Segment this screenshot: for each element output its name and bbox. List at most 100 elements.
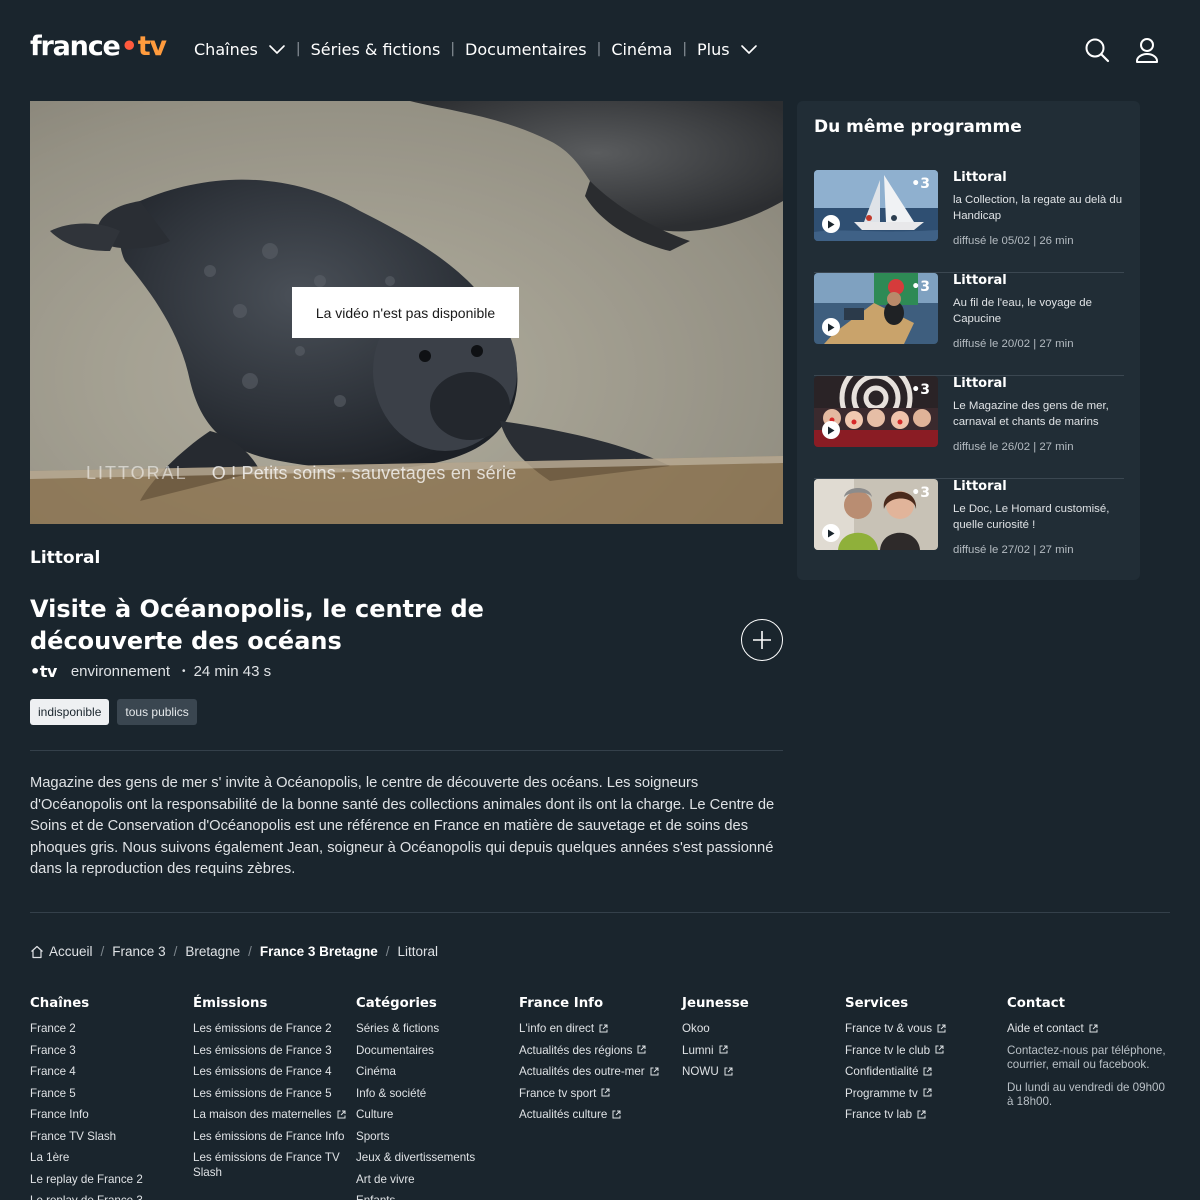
breadcrumb-home[interactable]: Accueil bbox=[49, 944, 93, 959]
footer-link[interactable]: Programme tv bbox=[845, 1086, 1005, 1101]
episode-card[interactable]: •3 Littoral Le Doc, Le Homard customisé,… bbox=[814, 479, 1124, 582]
play-icon[interactable] bbox=[822, 421, 840, 439]
france-tv-logo[interactable]: france•tv bbox=[30, 30, 167, 64]
footer-link[interactable]: Sports bbox=[356, 1129, 516, 1144]
footer-link-label: France tv sport bbox=[519, 1086, 597, 1100]
nav-label: Séries & fictions bbox=[310, 39, 441, 59]
add-to-list-button[interactable] bbox=[741, 619, 783, 661]
footer-link[interactable]: Art de vivre bbox=[356, 1172, 516, 1187]
footer-link[interactable]: Les émissions de France TV Slash bbox=[193, 1150, 351, 1180]
video-player[interactable]: La vidéo n'est pas disponible LITTORAL O … bbox=[30, 101, 783, 524]
breadcrumb-regional-channel[interactable]: France 3 Bretagne bbox=[260, 944, 378, 959]
panel-title: Du même programme bbox=[814, 117, 1022, 137]
availability-badge: indisponible bbox=[30, 699, 110, 725]
play-icon[interactable] bbox=[822, 215, 840, 233]
footer-link[interactable]: Jeux & divertissements bbox=[356, 1150, 516, 1165]
nav-item-chaînes[interactable]: Chaînes bbox=[194, 40, 286, 59]
footer-link-label: La maison des maternelles bbox=[193, 1108, 332, 1121]
footer-link[interactable]: Les émissions de France 3 bbox=[193, 1043, 353, 1058]
footer-divider bbox=[30, 912, 1170, 913]
footer-link[interactable]: France 2 bbox=[30, 1021, 190, 1036]
footer-link-label: Sports bbox=[356, 1129, 390, 1143]
footer-link[interactable]: Actualités culture bbox=[519, 1107, 679, 1122]
nav-separator: | bbox=[682, 41, 688, 57]
footer-column-0: Chaînes France 2 France 3 France 4 France 5 F… bbox=[30, 995, 190, 1200]
card-program: Littoral bbox=[953, 376, 1007, 391]
nav-item-plus[interactable]: Plus bbox=[697, 40, 758, 59]
play-icon[interactable] bbox=[822, 318, 840, 336]
nav-label: Chaînes bbox=[194, 39, 258, 59]
meta-separator: • bbox=[182, 666, 186, 677]
footer-link[interactable]: Aide et contact bbox=[1007, 1021, 1167, 1036]
footer-link[interactable]: Documentaires bbox=[356, 1043, 516, 1058]
breadcrumb-channel[interactable]: France 3 bbox=[112, 944, 165, 959]
footer-link[interactable]: L'info en direct bbox=[519, 1021, 679, 1036]
footer-link[interactable]: Actualités des outre-mer bbox=[519, 1064, 679, 1079]
episode-thumbnail[interactable]: •3 bbox=[814, 170, 938, 241]
episode-thumbnail[interactable]: •3 bbox=[814, 479, 938, 550]
footer-link-label: NOWU bbox=[682, 1065, 719, 1078]
episode-thumbnail[interactable]: •3 bbox=[814, 273, 938, 344]
footer-link[interactable]: France Info bbox=[30, 1107, 190, 1122]
nav-item-documentaires[interactable]: Documentaires bbox=[465, 40, 587, 59]
footer-link[interactable]: France tv & vous bbox=[845, 1021, 1005, 1036]
episode-card[interactable]: •3 Littoral Le Magazine des gens de mer,… bbox=[814, 376, 1124, 479]
footer-link-label: Documentaires bbox=[356, 1043, 434, 1057]
footer-link-label: L'info en direct bbox=[519, 1022, 595, 1035]
nav-item-cinéma[interactable]: Cinéma bbox=[611, 40, 672, 59]
footer-link[interactable]: Okoo bbox=[682, 1021, 842, 1036]
footer-column-3: France Info L'info en direct Actualités de… bbox=[519, 995, 679, 1129]
footer-link-label: France 4 bbox=[30, 1065, 76, 1078]
footer-link-label: France 2 bbox=[30, 1022, 76, 1035]
footer-link[interactable]: Cinéma bbox=[356, 1064, 516, 1079]
card-title: Le Magazine des gens de mer, carnaval et… bbox=[953, 400, 1109, 428]
footer-link[interactable]: Les émissions de France 5 bbox=[193, 1086, 353, 1101]
footer-link[interactable]: Le replay de France 3 bbox=[30, 1193, 190, 1200]
footer-link[interactable]: La 1ère bbox=[30, 1150, 190, 1165]
footer-link[interactable]: Les émissions de France 2 bbox=[193, 1021, 353, 1036]
footer-link[interactable]: France tv le club bbox=[845, 1043, 1005, 1058]
category-label[interactable]: environnement bbox=[71, 663, 170, 680]
footer-link[interactable]: France TV Slash bbox=[30, 1129, 190, 1144]
search-icon[interactable] bbox=[1084, 36, 1110, 64]
nav-item-séries-fictions[interactable]: Séries & fictions bbox=[311, 40, 441, 59]
footer-link-label: Le replay de France 2 bbox=[30, 1172, 143, 1186]
user-icon[interactable] bbox=[1134, 36, 1160, 64]
footer-link[interactable]: Confidentialité bbox=[845, 1064, 1005, 1079]
footer-link-label: France 5 bbox=[30, 1086, 76, 1100]
footer-link[interactable]: France tv lab bbox=[845, 1107, 1005, 1122]
footer-link[interactable]: Les émissions de France 4 bbox=[193, 1064, 353, 1079]
program-name[interactable]: Littoral bbox=[30, 548, 100, 568]
footer-link[interactable]: Le replay de France 2 bbox=[30, 1172, 190, 1187]
episode-thumbnail[interactable]: •3 bbox=[814, 376, 938, 447]
footer-link[interactable]: France 3 bbox=[30, 1043, 190, 1058]
footer-link-label: Culture bbox=[356, 1108, 394, 1121]
play-icon[interactable] bbox=[822, 524, 840, 542]
external-link-icon bbox=[601, 1088, 610, 1097]
breadcrumb-region[interactable]: Bretagne bbox=[185, 944, 240, 959]
same-program-panel: Du même programme •3 Littoral la Collect… bbox=[797, 101, 1140, 580]
footer-link-label: France tv le club bbox=[845, 1043, 931, 1057]
episode-card[interactable]: •3 Littoral la Collection, la regate au … bbox=[814, 170, 1124, 273]
footer-link[interactable]: Info & société bbox=[356, 1086, 516, 1101]
footer-link[interactable]: Lumni bbox=[682, 1043, 842, 1058]
footer-link[interactable]: France 5 bbox=[30, 1086, 190, 1101]
external-link-icon bbox=[599, 1024, 608, 1032]
footer-link[interactable]: France 4 bbox=[30, 1064, 190, 1079]
footer-link-label: Le replay de France 3 bbox=[30, 1194, 143, 1200]
footer-link[interactable]: Culture bbox=[356, 1107, 516, 1122]
nav-label: Plus bbox=[697, 39, 730, 59]
footer-link-label: Lumni bbox=[682, 1043, 714, 1057]
footer-link-label: Actualités des outre-mer bbox=[519, 1065, 645, 1078]
footer-link[interactable]: Actualités des régions bbox=[519, 1043, 679, 1058]
footer-link[interactable]: Les émissions de France Info bbox=[193, 1129, 353, 1144]
footer-column-1: Émissions Les émissions de France 2 Les ém… bbox=[193, 995, 353, 1187]
france-tv-mini-logo: •tv bbox=[30, 662, 57, 681]
footer-link[interactable]: La maison des maternelles bbox=[193, 1107, 353, 1122]
footer-link[interactable]: France tv sport bbox=[519, 1086, 679, 1101]
episode-card[interactable]: •3 Littoral Au fil de l'eau, le voyage d… bbox=[814, 273, 1124, 376]
footer-link[interactable]: Enfants bbox=[356, 1193, 516, 1200]
chevron-down-icon bbox=[269, 45, 285, 54]
footer-link[interactable]: Séries & fictions bbox=[356, 1021, 516, 1036]
footer-link[interactable]: NOWU bbox=[682, 1064, 842, 1079]
